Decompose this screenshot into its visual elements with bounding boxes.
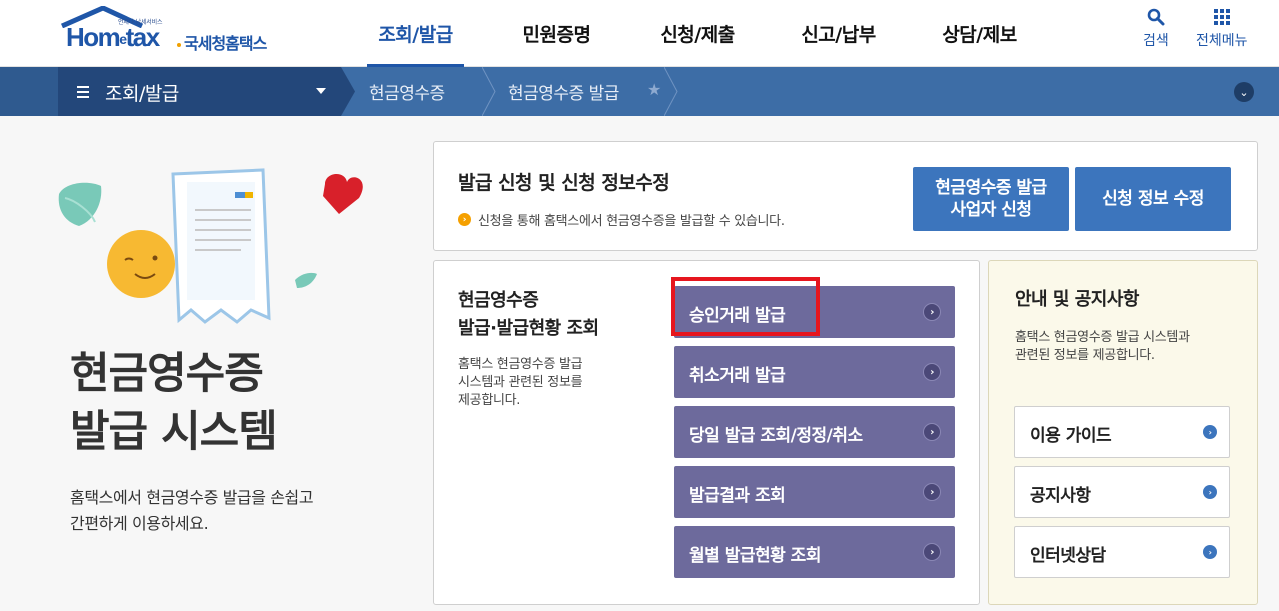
cancel-transaction-issue-button[interactable]: 취소거래 발급 › bbox=[674, 346, 955, 398]
grid-menu-icon bbox=[1213, 9, 1230, 25]
chevron-right-icon: › bbox=[923, 483, 941, 501]
chevron-right-icon: › bbox=[1203, 485, 1217, 499]
logo-brand: Hometax bbox=[66, 22, 160, 52]
chevron-down-icon[interactable]: ⌄ bbox=[1234, 82, 1254, 102]
header: 언제나 납세서비스 Hometax 국세청홈택스 조회/발급 민원증명 신청/제… bbox=[0, 0, 1279, 67]
online-consultation-button[interactable]: 인터넷상담 › bbox=[1014, 526, 1230, 578]
notices-button[interactable]: 공지사항 › bbox=[1014, 466, 1230, 518]
issue-query-card: 현금영수증 발급·발급현황 조회 홈택스 현금영수증 발급 시스템과 관련된 정… bbox=[433, 260, 980, 605]
all-menu-button[interactable]: 전체메뉴 bbox=[1196, 8, 1248, 50]
hero-description: 홈택스에서 현금영수증 발급을 손쉽고 간편하게 이용하세요. bbox=[70, 488, 314, 533]
business-apply-button[interactable]: 현금영수증 발급 사업자 신청 bbox=[913, 167, 1069, 231]
notice-card: 안내 및 공지사항 홈택스 현금영수증 발급 시스템과 관련된 정보를 제공합니… bbox=[988, 260, 1258, 605]
chevron-right-icon: › bbox=[923, 363, 941, 381]
notice-card-title: 안내 및 공지사항 bbox=[1015, 289, 1139, 310]
hero-title: 현금영수증 발급 시스템 bbox=[70, 349, 278, 457]
breadcrumb-cash-receipt-issue[interactable]: 현금영수증 발급 bbox=[508, 79, 619, 104]
receipt-illustration bbox=[58, 168, 363, 324]
location-bar-spacer bbox=[0, 67, 58, 116]
nav-report-pay[interactable]: 신고/납부 bbox=[768, 0, 909, 67]
breadcrumb-separator-icon bbox=[341, 67, 355, 116]
logo-dot bbox=[177, 43, 181, 47]
apply-card-title: 발급 신청 및 신청 정보수정 bbox=[458, 172, 670, 194]
arrow-bullet-icon: › bbox=[458, 213, 471, 226]
same-day-issue-query-button[interactable]: 당일 발급 조회/정정/취소 › bbox=[674, 406, 955, 458]
search-label: 검색 bbox=[1143, 33, 1169, 49]
breadcrumb-chevron-icon bbox=[664, 67, 678, 116]
chevron-right-icon: › bbox=[923, 423, 941, 441]
breadcrumb-cash-receipt[interactable]: 현금영수증 bbox=[369, 79, 445, 104]
nav-civil-certificate[interactable]: 민원증명 bbox=[486, 0, 627, 67]
apply-card-note: › 신청을 통해 홈택스에서 현금영수증을 발급할 수 있습니다. bbox=[458, 210, 785, 229]
hometax-logo[interactable]: 언제나 납세서비스 Hometax 국세청홈택스 bbox=[58, 6, 288, 56]
nav-apply-submit[interactable]: 신청/제출 bbox=[627, 0, 768, 67]
star-icon[interactable]: ★ bbox=[647, 80, 661, 99]
hamburger-icon bbox=[77, 86, 89, 98]
search-icon bbox=[1147, 8, 1165, 26]
location-bar: 조회/발급 현금영수증 현금영수증 발급 bbox=[0, 67, 1279, 116]
breadcrumb-chevron-icon bbox=[482, 67, 496, 116]
logo-subtitle: 국세청홈택스 bbox=[184, 34, 267, 53]
chevron-right-icon: › bbox=[1203, 545, 1217, 559]
nav-inquiry-issue[interactable]: 조회/발급 bbox=[345, 0, 486, 67]
issue-query-desc: 홈택스 현금영수증 발급 시스템과 관련된 정보를 제공합니다. bbox=[458, 357, 583, 408]
chevron-right-icon: › bbox=[923, 543, 941, 561]
apply-card: 발급 신청 및 신청 정보수정 › 신청을 통해 홈택스에서 현금영수증을 발급… bbox=[433, 141, 1258, 251]
notice-card-desc: 홈택스 현금영수증 발급 시스템과 관련된 정보를 제공합니다. bbox=[1015, 330, 1190, 363]
nav-consult-report[interactable]: 상담/제보 bbox=[909, 0, 1050, 67]
main-nav: 조회/발급 민원증명 신청/제출 신고/납부 상담/제보 bbox=[345, 0, 1050, 67]
caret-down-icon bbox=[316, 88, 326, 94]
all-menu-label: 전체메뉴 bbox=[1196, 33, 1248, 49]
approved-transaction-issue-button[interactable]: 승인거래 발급 › bbox=[674, 286, 955, 338]
user-guide-button[interactable]: 이용 가이드 › bbox=[1014, 406, 1230, 458]
edit-application-button[interactable]: 신청 정보 수정 bbox=[1075, 167, 1231, 231]
chevron-right-icon: › bbox=[1203, 425, 1217, 439]
monthly-issue-status-button[interactable]: 월별 발급현황 조회 › bbox=[674, 526, 955, 578]
search-button[interactable]: 검색 bbox=[1143, 8, 1169, 50]
issue-query-title: 현금영수증 발급·발급현황 조회 bbox=[458, 290, 599, 339]
category-menu-label: 조회/발급 bbox=[105, 83, 179, 105]
issue-result-query-button[interactable]: 발급결과 조회 › bbox=[674, 466, 955, 518]
chevron-right-icon: › bbox=[923, 303, 941, 321]
category-menu-dropdown[interactable]: 조회/발급 bbox=[58, 67, 341, 116]
